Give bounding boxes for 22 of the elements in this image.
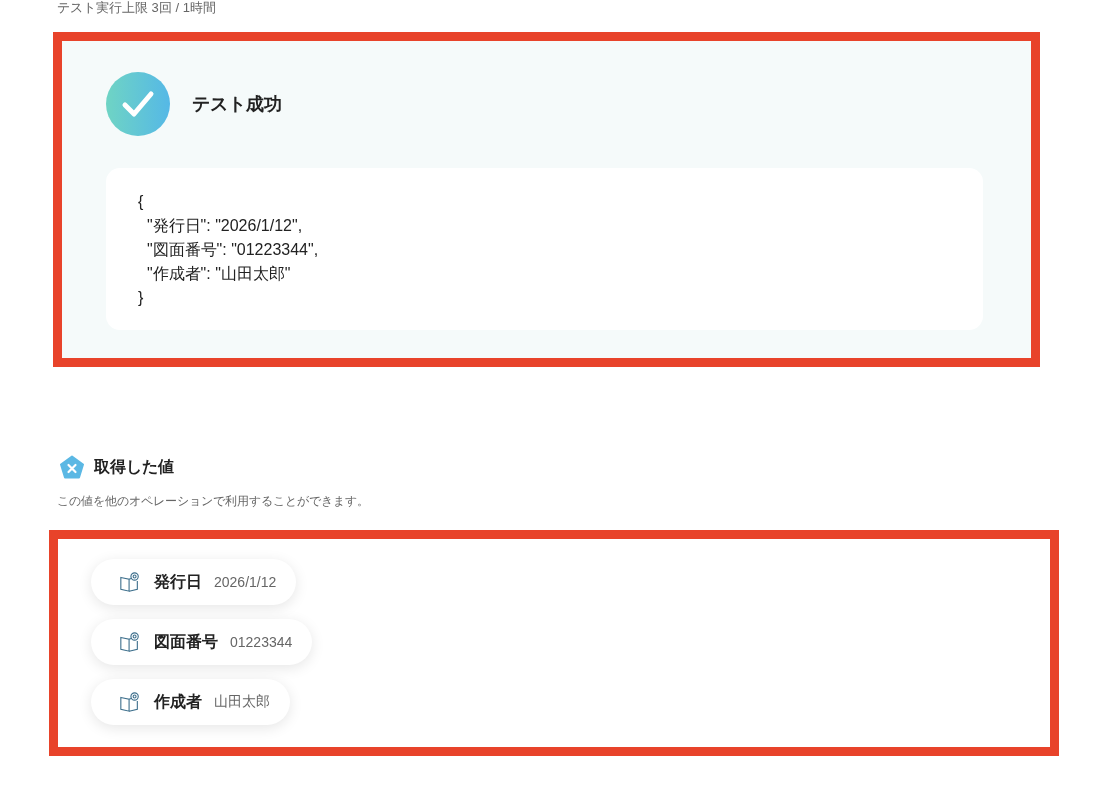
section-description: この値を他のオペレーションで利用することができます。 — [57, 493, 370, 510]
chip-value: 2026/1/12 — [214, 574, 277, 590]
variable-icon — [60, 455, 84, 479]
book-icon — [119, 571, 141, 593]
book-icon — [119, 631, 141, 653]
code-line: "作成者": "山田太郎" — [145, 264, 292, 284]
code-line: "発行日": "2026/1/12", — [145, 216, 304, 236]
chip-label: 発行日 — [154, 571, 202, 592]
chip-label: 作成者 — [154, 691, 202, 712]
code-line: "図面番号": "01223344", — [145, 240, 320, 260]
value-chip[interactable]: 発行日 2026/1/12 — [91, 559, 297, 605]
chip-label: 図面番号 — [154, 631, 218, 652]
limit-note: テスト実行上限 3回 / 1時間 — [56, 0, 217, 16]
code-line: { — [138, 192, 145, 212]
book-icon — [119, 691, 141, 713]
value-chip[interactable]: 図面番号 01223344 — [91, 619, 313, 665]
value-chip[interactable]: 作成者 山田太郎 — [91, 679, 290, 725]
result-title: テスト成功 — [192, 93, 282, 116]
section-title: 取得した値 — [94, 456, 174, 477]
chip-value: 山田太郎 — [214, 693, 270, 711]
chip-value: 01223344 — [230, 634, 293, 650]
code-line: } — [138, 288, 145, 308]
